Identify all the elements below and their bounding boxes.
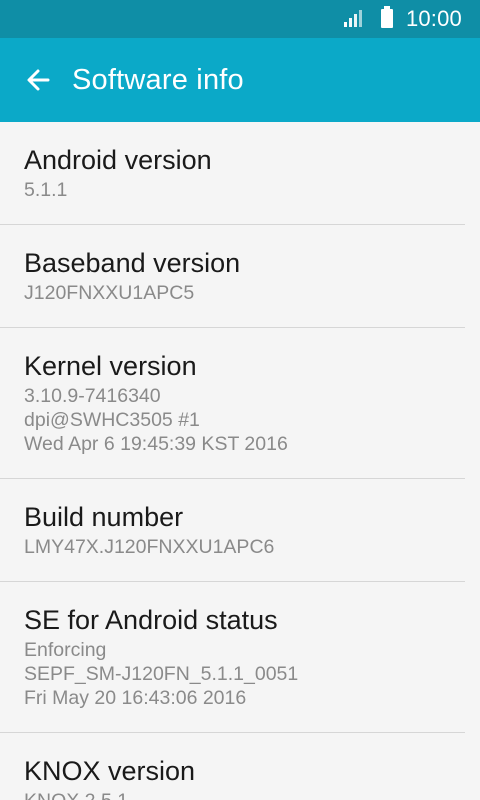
signal-icon xyxy=(343,7,366,32)
item-label: Kernel version xyxy=(24,351,197,381)
item-value: J120FNXXU1APC5 xyxy=(24,282,195,304)
page-title: Software info xyxy=(72,63,244,96)
list-item-baseband-version: Baseband version J120FNXXU1APC5 xyxy=(0,225,465,328)
list-item-knox-version: KNOX version KNOX 2.5.1 xyxy=(0,733,465,800)
item-label: Android version xyxy=(24,145,212,175)
item-value: KNOX 2.5.1 xyxy=(24,789,441,800)
list-item-kernel-version: Kernel version 3.10.9-7416340 dpi@SWHC35… xyxy=(0,328,465,479)
software-info-list[interactable]: Android version 5.1.1 Baseband version J… xyxy=(0,122,480,800)
item-value: Enforcing SEPF_SM-J120FN_5.1.1_0051 Fri … xyxy=(24,639,299,709)
back-arrow-icon[interactable] xyxy=(22,64,54,96)
app-bar: Software info xyxy=(0,38,480,122)
list-item-android-version: Android version 5.1.1 xyxy=(0,122,465,225)
item-label: Baseband version xyxy=(24,248,241,278)
item-value: LMY47X.J120FNXXU1APC6 xyxy=(24,536,275,558)
status-time: 10:00 xyxy=(405,6,462,31)
status-bar: 10:00 xyxy=(0,0,480,38)
item-label: KNOX version xyxy=(24,756,196,786)
item-label: SE for Android status xyxy=(24,605,278,635)
list-item-build-number[interactable]: Build number LMY47X.J120FNXXU1APC6 xyxy=(0,479,465,582)
item-value: 5.1.1 xyxy=(24,179,68,201)
list-item-se-android-status: SE for Android status Enforcing SEPF_SM-… xyxy=(0,582,465,733)
battery-icon xyxy=(380,5,394,33)
item-label: Build number xyxy=(24,502,184,532)
item-value: 3.10.9-7416340 dpi@SWHC3505 #1 Wed Apr 6… xyxy=(24,385,288,455)
